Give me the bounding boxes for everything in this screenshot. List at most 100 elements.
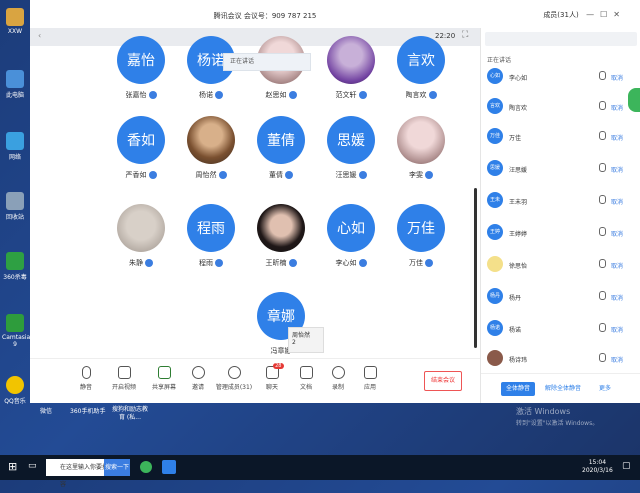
participant-tile[interactable]: 董倩 董倩 <box>245 116 317 194</box>
dock-item-sogou[interactable]: 搜狗和励志教育 (私... <box>110 406 150 422</box>
avatar-photo <box>257 204 305 252</box>
dock-item-360-assistant[interactable]: 360手机助手 <box>70 406 105 415</box>
participant-tile[interactable]: 程雨 程雨 <box>175 204 247 282</box>
participant-tile[interactable]: 朱静 <box>105 204 177 282</box>
avatar: 心如 <box>327 204 375 252</box>
participant-tile[interactable]: 思媛汪思媛 <box>315 116 387 194</box>
desktop-dock: 微信 360手机助手 搜狗和励志教育 (私... <box>30 403 500 433</box>
folder-icon <box>6 8 24 26</box>
participant-name: 汪思媛 <box>335 171 357 179</box>
computer-icon <box>6 70 24 88</box>
participant-tile[interactable]: 周怡然 <box>175 116 247 194</box>
participant-tile[interactable]: 心如 李心如 <box>315 204 387 282</box>
avatar: 言欢 <box>487 98 503 114</box>
windows-start-icon[interactable]: ⊞ <box>8 460 17 473</box>
chat-icon: 28 <box>265 363 284 379</box>
desktop-icon-column: XXW 此电脑 网络 回收站 360杀毒 Camtasia 9 QQ音乐 <box>0 0 30 455</box>
meeting-window: 腾讯会议 会议号：909 787 215 —☐✕ ‹ 22:20 ⛶ 嘉怡 张嘉怡… <box>30 0 640 403</box>
participant-tile[interactable]: 赵思如 <box>245 36 317 114</box>
member-row[interactable]: 心如 李心如 取消 <box>481 66 640 88</box>
members-icon <box>227 366 241 379</box>
participant-tile[interactable]: 王昕楠 <box>245 204 317 282</box>
mic-icon[interactable] <box>599 195 606 204</box>
desktop-icon-this-pc[interactable]: 此电脑 <box>2 70 28 99</box>
apps-button[interactable]: 应用 <box>350 366 390 391</box>
chevron-left-icon[interactable]: ‹ <box>38 31 41 40</box>
mute-all-button[interactable]: 全体静音 <box>501 382 535 396</box>
member-row[interactable]: 王未 王未羽 取消 <box>481 190 640 212</box>
participant-name: 赵思如 <box>265 91 287 99</box>
desktop-icon-camtasia[interactable]: Camtasia 9 <box>2 314 30 348</box>
member-row[interactable]: 王婷 王婷婷 取消 <box>481 222 640 244</box>
mic-icon[interactable] <box>599 259 606 268</box>
member-panel-footer: 全体静音 解除全体静音 更多 <box>481 373 640 403</box>
network-icon <box>6 132 24 150</box>
document-icon <box>299 366 313 379</box>
participant-name: 陶言欢 <box>405 91 427 99</box>
mic-icon[interactable] <box>599 101 606 110</box>
avatar-photo <box>397 116 445 164</box>
desktop-icon-recycle-bin[interactable]: 回收站 <box>2 192 28 221</box>
hover-tooltip: 周怡然 2 <box>288 327 324 353</box>
participant-name: 万佳 <box>409 259 423 267</box>
unmute-all-button[interactable]: 解除全体静音 <box>541 382 585 396</box>
notification-icon[interactable]: ▢ <box>622 461 631 471</box>
mic-icon <box>428 91 437 99</box>
participant-tile[interactable]: 范文轩 <box>315 36 387 114</box>
member-row[interactable]: 杨丹 杨丹 取消 <box>481 286 640 308</box>
taskbar-app-icon[interactable] <box>140 461 152 473</box>
mic-icon[interactable] <box>599 131 606 140</box>
desktop-icon-qqmusic[interactable]: QQ音乐 <box>2 376 28 405</box>
desktop-icon-xxw[interactable]: XXW <box>2 8 28 35</box>
floating-widget[interactable] <box>628 88 640 112</box>
fullscreen-icon[interactable]: ⛶ <box>462 30 468 40</box>
mic-icon <box>148 91 157 99</box>
taskbar-meeting-icon[interactable] <box>162 460 176 474</box>
taskbar: ⊞ ▭ 在这里输入你要搜索的内容 搜索一下 15:04 2020/3/16 ▢ <box>0 455 640 488</box>
member-row[interactable]: 杨诺 杨诺 取消 <box>481 318 640 340</box>
participant-tile[interactable]: 李雯 <box>385 116 457 194</box>
participant-name: 杨诺 <box>199 91 213 99</box>
mic-icon[interactable] <box>599 353 606 362</box>
participant-tile[interactable]: 万佳 万佳 <box>385 204 457 282</box>
participant-name: 朱静 <box>129 259 143 267</box>
scrollbar[interactable] <box>474 188 477 348</box>
avatar: 香如 <box>117 116 165 164</box>
mute-button[interactable]: 静音 <box>66 366 106 391</box>
avatar: 言欢 <box>397 36 445 84</box>
participant-name: 张嘉怡 <box>125 91 147 99</box>
avatar-photo <box>327 36 375 84</box>
member-search-input[interactable] <box>485 32 637 46</box>
participant-name: 严香如 <box>125 171 147 179</box>
taskbar-search-button[interactable]: 搜索一下 <box>104 459 130 476</box>
mic-icon[interactable] <box>599 227 606 236</box>
member-row[interactable]: 思媛 汪思媛 取消 <box>481 158 640 180</box>
video-button[interactable]: 开启视频 <box>104 366 144 391</box>
participant-tile[interactable]: 香如严香如 <box>105 116 177 194</box>
mic-icon[interactable] <box>599 71 606 80</box>
mic-icon[interactable] <box>599 163 606 172</box>
member-row[interactable]: 万佳 万佳 取消 <box>481 126 640 148</box>
mic-icon[interactable] <box>599 323 606 332</box>
participant-tile[interactable]: 言欢陶言欢 <box>385 36 457 114</box>
member-panel: 成员(31人) 正在讲话 心如 李心如 取消 言欢 陶言欢 取消 万佳 万佳 取消 思媛 汪思… <box>480 11 640 403</box>
dock-item-wechat[interactable]: 微信 <box>40 406 52 415</box>
mic-icon[interactable] <box>599 291 606 300</box>
participant-tile[interactable]: 杨诺 杨诺 <box>175 36 247 114</box>
invite-button[interactable]: 邀请 <box>178 366 218 391</box>
participant-tile[interactable]: 嘉怡 张嘉怡 <box>105 36 177 114</box>
more-button[interactable]: 更多 <box>593 382 617 396</box>
desktop-icon-360[interactable]: 360杀毒 <box>2 252 28 281</box>
mic-icon <box>425 171 433 179</box>
window-title: 腾讯会议 会议号：909 787 215 <box>213 12 317 20</box>
desktop-icon-network[interactable]: 网络 <box>2 132 28 161</box>
member-row[interactable]: 徐思怡 取消 <box>481 254 640 276</box>
avatar: 程雨 <box>187 204 235 252</box>
manage-members-button[interactable]: 管理成员(31) <box>214 366 254 391</box>
member-row[interactable]: 杨诗玮 取消 <box>481 348 640 370</box>
avatar: 思媛 <box>327 116 375 164</box>
member-row[interactable]: 言欢 陶言欢 取消 <box>481 96 640 118</box>
taskbar-clock[interactable]: 15:04 2020/3/16 <box>582 459 613 475</box>
task-view-icon[interactable]: ▭ <box>28 461 37 471</box>
end-meeting-button[interactable]: 结束会议 <box>424 371 462 391</box>
